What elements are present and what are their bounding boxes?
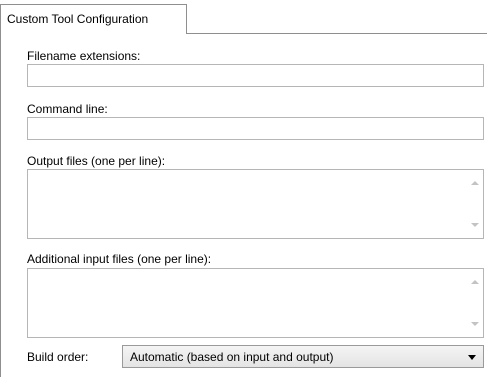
output-files-scrollbar[interactable] [466,170,483,238]
build-order-select[interactable]: Automatic (based on input and output) [122,345,484,368]
tab-label: Custom Tool Configuration [7,12,149,26]
scroll-down-arrow-icon[interactable] [471,223,479,227]
command-line-input[interactable] [27,117,484,140]
additional-input-files-scrollbar[interactable] [466,269,483,337]
build-order-label: Build order: [27,350,89,364]
scroll-down-arrow-icon[interactable] [471,322,479,326]
output-files-label: Output files (one per line): [27,154,166,168]
custom-tool-configuration-page: Custom Tool Configuration Filename exten… [0,0,487,377]
filename-extensions-input[interactable] [27,64,484,87]
build-order-selected-value: Automatic (based on input and output) [130,350,334,364]
scroll-up-arrow-icon[interactable] [471,280,479,284]
filename-extensions-label: Filename extensions: [27,49,141,63]
command-line-label: Command line: [27,102,108,116]
additional-input-files-label: Additional input files (one per line): [27,252,212,266]
scroll-up-arrow-icon[interactable] [471,181,479,185]
tab-custom-tool-configuration[interactable]: Custom Tool Configuration [0,4,187,34]
additional-input-files-textarea[interactable] [27,268,484,338]
chevron-down-icon[interactable] [468,355,476,360]
output-files-textarea[interactable] [27,169,484,239]
